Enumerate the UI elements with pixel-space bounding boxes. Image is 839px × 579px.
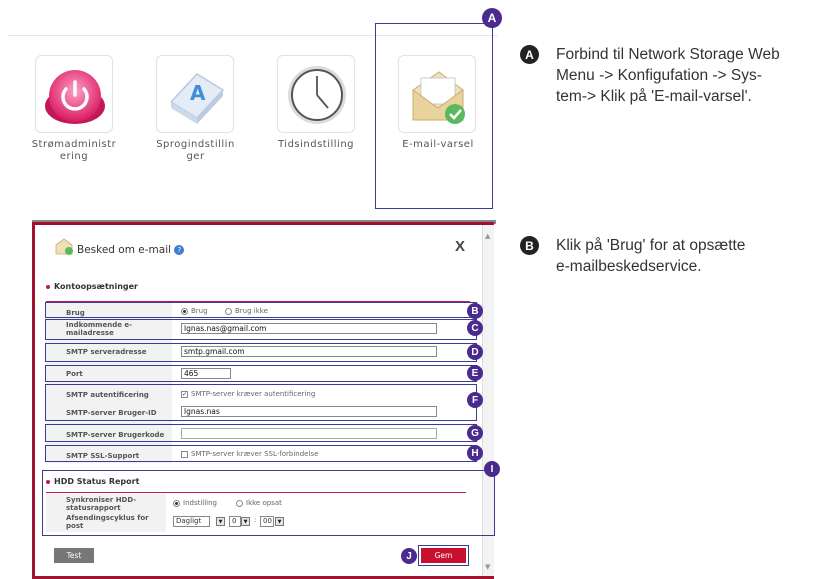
svg-text:A: A xyxy=(190,81,206,105)
highlight-c xyxy=(45,319,477,340)
hdd-sync-on-label: Indstilling xyxy=(183,499,217,507)
frequency-dropdown-icon[interactable]: ▼ xyxy=(216,517,225,526)
highlight-h xyxy=(45,445,477,462)
hour-select[interactable]: 0 xyxy=(229,516,241,527)
hdd-section-bullet xyxy=(46,480,50,484)
email-highlight-box xyxy=(375,23,493,209)
callout-badge-b: B xyxy=(467,303,483,319)
dialog-email-icon xyxy=(55,238,73,255)
close-button[interactable]: X xyxy=(455,238,465,255)
callout-badge-e: E xyxy=(467,365,483,381)
menu-item-language[interactable]: A xyxy=(156,55,234,133)
hdd-sync-label: Synkroniser HDD-statusrapport xyxy=(66,496,136,512)
hdd-cycle-label-line-1: Afsendingscyklus for xyxy=(66,514,149,522)
frequency-select[interactable]: Dagligt xyxy=(173,516,210,527)
clock-icon xyxy=(288,66,346,124)
step-b-line-1: Klik på 'Brug' for at opsætte xyxy=(556,237,746,254)
callout-badge-c: C xyxy=(467,320,483,336)
hdd-section-rule xyxy=(46,492,466,493)
help-icon[interactable]: ? xyxy=(174,245,185,255)
minute-select[interactable]: 00 xyxy=(260,516,274,527)
highlight-j xyxy=(418,545,469,566)
step-a-text: Forbind til Network Storage Web Menu -> … xyxy=(556,44,780,107)
dialog-title-text: Besked om e-mail xyxy=(77,244,172,256)
step-a-line-2: Menu -> Konfigufation -> Sys- xyxy=(556,67,762,84)
hdd-sync-label-line-2: statusrapport xyxy=(66,504,121,512)
power-icon xyxy=(45,70,105,124)
section-bullet xyxy=(46,285,50,289)
highlight-d xyxy=(45,343,477,362)
callout-badge-f: F xyxy=(467,392,483,408)
hdd-cycle-label: Afsendingscyklus for post xyxy=(66,514,149,530)
step-a-line-1: Forbind til Network Storage Web xyxy=(556,46,780,63)
callout-badge-i: I xyxy=(484,461,500,477)
highlight-f xyxy=(45,384,477,421)
menu-item-time[interactable] xyxy=(277,55,355,133)
step-b-line-2: e-mailbeskedservice. xyxy=(556,258,702,275)
highlight-e xyxy=(45,365,477,382)
menu-label-language: Sprogindstillin ger xyxy=(156,139,235,162)
hdd-sync-label-line-1: Synkroniser HDD- xyxy=(66,496,137,504)
radio-on-icon xyxy=(173,499,180,507)
test-button[interactable]: Test xyxy=(54,548,94,563)
highlight-g xyxy=(45,424,477,442)
menu-label-power: Strømadministr ering xyxy=(31,139,117,162)
time-separator: : xyxy=(254,516,257,524)
menu-item-power[interactable] xyxy=(35,55,113,133)
callout-badge-d: D xyxy=(467,344,483,360)
scroll-up-icon[interactable]: ▲ xyxy=(485,232,490,240)
hdd-sync-on-radio[interactable]: Indstilling xyxy=(173,499,217,507)
step-badge-b: B xyxy=(520,236,539,255)
hour-dropdown-icon[interactable]: ▼ xyxy=(241,517,250,526)
highlight-b xyxy=(45,302,477,318)
callout-badge-j: J xyxy=(401,548,417,564)
language-key-icon: A xyxy=(169,73,225,124)
hdd-cycle-label-line-2: post xyxy=(66,522,84,530)
account-section-title: Kontoopsætninger xyxy=(54,282,138,291)
callout-badge-g: G xyxy=(467,425,483,441)
hdd-sync-off-label: Ikke opsat xyxy=(246,499,282,507)
step-a-line-3: tem-> Klik på 'E-mail-varsel'. xyxy=(556,88,752,105)
step-badge-a: A xyxy=(520,45,539,64)
step-b-text: Klik på 'Brug' for at opsætte e-mailbesk… xyxy=(556,235,745,277)
minute-dropdown-icon[interactable]: ▼ xyxy=(275,517,284,526)
callout-badge-a: A xyxy=(482,8,502,28)
menu-label-time: Tidsindstilling xyxy=(277,139,355,150)
scroll-down-icon[interactable]: ▼ xyxy=(485,563,490,571)
callout-badge-h: H xyxy=(467,445,483,461)
dialog-title: Besked om e-mail ? xyxy=(77,244,185,256)
hdd-section-title: HDD Status Report xyxy=(54,477,140,486)
hdd-sync-off-radio[interactable]: Ikke opsat xyxy=(236,499,282,507)
radio-off-icon xyxy=(236,499,243,507)
